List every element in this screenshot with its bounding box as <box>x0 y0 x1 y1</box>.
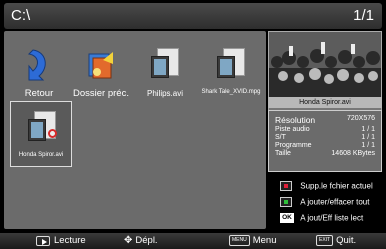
file-grid: Retour Dossier préc. Philips.avi Shark T… <box>4 31 266 229</box>
file-label: Retour <box>24 88 54 99</box>
file-label: Dossier préc. <box>73 88 129 99</box>
header-bar: C:\ 1/1 <box>4 3 382 29</box>
video-file-icon <box>149 46 181 82</box>
video-file-icon <box>215 46 247 82</box>
file-info-panel: Résolution 720X576 Piste audio 1 / 1 S/T… <box>268 110 382 172</box>
parent-folder-icon <box>85 46 117 82</box>
file-tile-video[interactable]: Philips.avi <box>134 39 196 105</box>
file-label: Honda Spiror.avi <box>18 152 64 158</box>
footer-exit[interactable]: EXIT Quit. <box>316 235 356 246</box>
play-icon <box>36 235 50 246</box>
file-tile-video-selected[interactable]: Honda Spiror.avi <box>10 101 72 167</box>
media-browser-screen: C:\ 1/1 Retour Dossier préc. Philips.avi… <box>0 0 386 249</box>
footer-menu[interactable]: MENU Menu <box>229 235 277 246</box>
footer-play[interactable]: Lecture <box>36 235 86 246</box>
ok-key-icon: OK <box>280 213 294 223</box>
file-tile-parent-folder[interactable]: Dossier préc. <box>70 39 132 105</box>
preview-filename: Honda Spiror.avi <box>268 97 382 108</box>
footer-move[interactable]: ✥ Dépl. <box>124 235 158 246</box>
exit-key-icon: EXIT <box>316 235 334 246</box>
current-path: C:\ <box>11 7 31 24</box>
action-delete-current[interactable]: Supp.le fchier actuel <box>280 181 373 191</box>
video-file-icon <box>26 109 58 145</box>
file-tile-video[interactable]: Shark Tale_XVID.mpg <box>200 39 262 105</box>
menu-key-icon: MENU <box>229 235 250 246</box>
footer-bar: Lecture ✥ Dépl. MENU Menu EXIT Quit. <box>0 233 386 249</box>
return-arrow-icon <box>23 46 55 82</box>
red-key-icon <box>280 181 292 191</box>
action-playlist-toggle[interactable]: OK A jout/Eff liste lect <box>280 213 363 223</box>
green-key-icon <box>280 197 292 207</box>
action-add-remove-all[interactable]: A jouter/effacer tout <box>280 197 369 207</box>
file-label: Philips.avi <box>146 89 183 98</box>
page-indicator: 1/1 <box>353 7 374 24</box>
file-label: Shark Tale_XVID.mpg <box>201 89 261 95</box>
navigation-arrows-icon: ✥ <box>124 235 133 246</box>
file-tile-back[interactable]: Retour <box>8 39 70 105</box>
